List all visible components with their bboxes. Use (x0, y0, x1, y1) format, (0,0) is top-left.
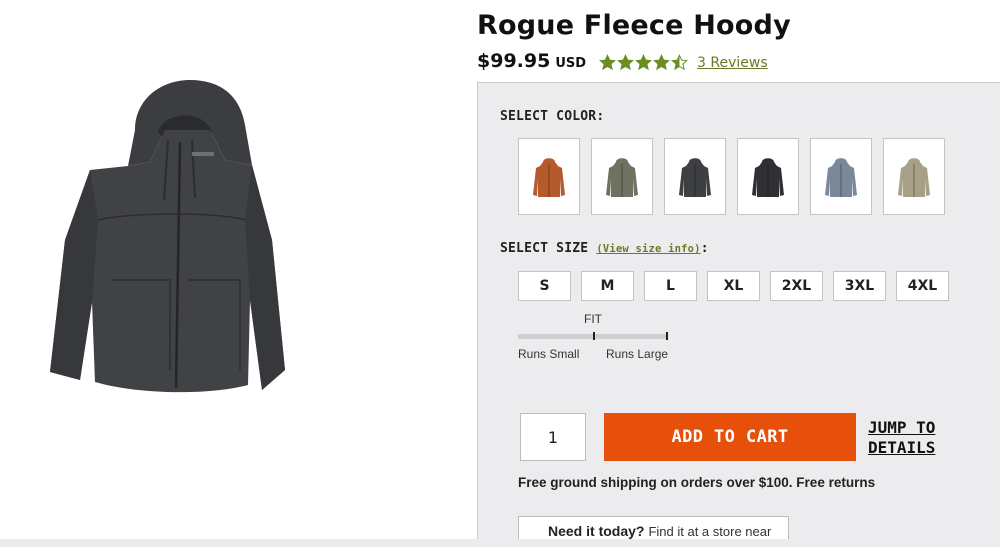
hoodie-thumbnail-icon (679, 157, 711, 197)
star-half-icon (671, 53, 689, 70)
purchase-panel: SELECT COLOR: SELECT SIZE (View size inf… (477, 82, 1000, 547)
color-swatch-slate-blue[interactable] (810, 138, 872, 215)
size-option-3xl[interactable]: 3XL (833, 271, 886, 301)
color-swatch-list (518, 138, 956, 215)
color-swatch-tan[interactable] (883, 138, 945, 215)
price-currency: USD (555, 56, 587, 71)
size-info-link[interactable]: (View size info) (596, 243, 700, 255)
select-size-label: SELECT SIZE (View size info): (500, 241, 709, 256)
size-option-m[interactable]: M (581, 271, 634, 301)
hoodie-thumbnail-icon (606, 157, 638, 197)
color-swatch-charcoal[interactable] (664, 138, 726, 215)
select-size-text: SELECT SIZE (500, 241, 589, 256)
hoodie-thumbnail-icon (898, 157, 930, 197)
size-option-list: S M L XL 2XL 3XL 4XL (518, 271, 959, 301)
bottom-scrollbar-area (0, 539, 1000, 547)
size-option-xl[interactable]: XL (707, 271, 760, 301)
store-finder-subtitle: Find it at a store near (648, 524, 772, 539)
size-option-l[interactable]: L (644, 271, 697, 301)
star-full-icon (617, 53, 635, 70)
select-size-suffix: : (700, 241, 709, 256)
star-full-icon (653, 53, 671, 70)
hoodie-thumbnail-icon (825, 157, 857, 197)
select-color-label: SELECT COLOR: (500, 109, 605, 124)
color-swatch-black[interactable] (737, 138, 799, 215)
star-full-icon (635, 53, 653, 70)
color-swatch-olive[interactable] (591, 138, 653, 215)
fit-runs-large: Runs Large (606, 347, 669, 361)
fit-scale-end (666, 332, 668, 340)
size-option-2xl[interactable]: 2XL (770, 271, 823, 301)
hoodie-thumbnail-icon (533, 157, 565, 197)
reviews-link[interactable]: 3 Reviews (697, 55, 768, 71)
hoodie-icon (50, 80, 285, 393)
product-title: Rogue Fleece Hoody (477, 10, 791, 41)
shipping-info: Free ground shipping on orders over $100… (518, 475, 876, 490)
color-swatch-orange[interactable] (518, 138, 580, 215)
hoodie-thumbnail-icon (752, 157, 784, 197)
fit-runs-small: Runs Small (518, 347, 580, 361)
product-image[interactable] (40, 70, 300, 410)
store-finder-title: Need it today? (548, 523, 645, 539)
price-row: $99.95 USD 3 Reviews (477, 50, 768, 74)
jump-to-details-link[interactable]: JUMP TO DETAILS (868, 418, 958, 458)
size-option-s[interactable]: S (518, 271, 571, 301)
size-option-4xl[interactable]: 4XL (896, 271, 949, 301)
quantity-input[interactable] (520, 413, 586, 461)
add-to-cart-button[interactable]: ADD TO CART (604, 413, 856, 461)
product-price: $99.95 (477, 50, 551, 72)
fit-scale-indicator (593, 332, 595, 340)
star-full-icon (599, 53, 617, 70)
fit-label: FIT (584, 312, 602, 326)
star-rating (599, 53, 689, 71)
